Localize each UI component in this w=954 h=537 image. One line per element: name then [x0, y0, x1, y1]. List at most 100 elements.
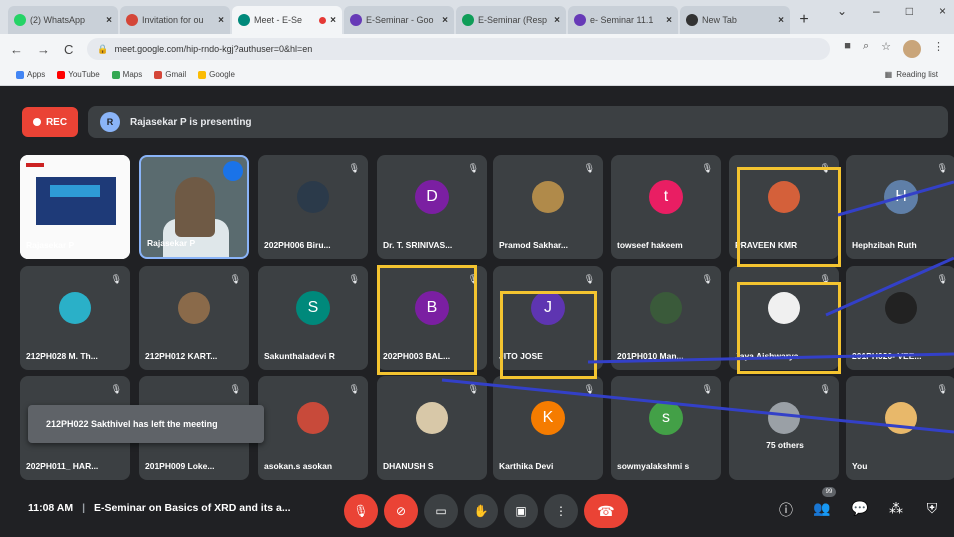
participant-tile[interactable]: 🎙 201PH010 Man... — [611, 266, 721, 370]
participant-tile[interactable]: K 🎙 Karthika Devi — [493, 376, 603, 480]
end-call-button[interactable]: ☎ — [584, 494, 628, 528]
present-button[interactable]: ▣ — [504, 494, 538, 528]
speaking-badge — [223, 161, 243, 181]
participant-avatar: t — [649, 180, 683, 214]
browser-tab-strip: (2) WhatsApp × Invitation for ou × Meet - E-… — [0, 0, 954, 34]
bookmark-maps[interactable]: Maps — [111, 70, 142, 79]
url-text: meet.google.com/hip-rndo-kgj?authuser=0&… — [114, 44, 313, 54]
browser-tab[interactable]: E-Seminar - Goo × — [344, 6, 454, 34]
close-tab-icon[interactable]: × — [106, 15, 112, 26]
participant-avatar: s — [649, 401, 683, 435]
camera-off-icon: ⊘ — [395, 504, 407, 518]
meeting-details: 11:08 AM | E-Seminar on Basics of XRD an… — [28, 502, 291, 514]
muted-mic-icon: 🎙 — [583, 163, 595, 173]
reload-icon[interactable]: C — [64, 42, 73, 57]
muted-mic-icon: 🎙 — [110, 384, 122, 394]
participant-name: Pramod Sakhar... — [499, 240, 568, 250]
tab-title: e- Seminar 11.1 — [590, 15, 654, 25]
captions-button[interactable]: ▭ — [424, 494, 458, 528]
browser-tab[interactable]: New Tab × — [680, 6, 790, 34]
participant-name: 202PH011_ HAR... — [26, 461, 99, 471]
chat-icon[interactable]: 💬 — [850, 500, 870, 517]
host-controls-icon[interactable]: ⛨ — [922, 500, 942, 517]
new-tab-button[interactable]: + — [792, 6, 816, 34]
participant-name: Rajasekar P — [147, 238, 196, 248]
participant-tile[interactable]: 🎙 212PH028 M. Th... — [20, 266, 130, 370]
chevron-down-icon[interactable]: ⌄ — [837, 4, 847, 18]
muted-mic-icon: 🎙 — [819, 384, 831, 394]
forward-icon[interactable]: → — [37, 42, 50, 57]
tab-title: E-Seminar - Goo — [366, 15, 434, 25]
participant-tile[interactable]: 🎙 212PH012 KART... — [139, 266, 249, 370]
participant-tile[interactable]: s 🎙 sowmyalakshmi s — [611, 376, 721, 480]
meeting-title: E-Seminar on Basics of XRD and its a... — [93, 502, 291, 514]
camera-off-button[interactable]: ⊘ — [384, 494, 418, 528]
lock-icon: 🔒 — [97, 43, 109, 54]
close-window-icon[interactable]: × — [939, 4, 946, 18]
participant-photo — [59, 292, 91, 324]
camera-feed — [175, 177, 215, 237]
close-tab-icon[interactable]: × — [330, 15, 336, 26]
muted-mic-icon: 🎙 — [348, 274, 360, 284]
bookmark-gmail[interactable]: Gmail — [154, 70, 186, 79]
participant-tile[interactable]: 🎙 202PH006 Biru... — [258, 155, 368, 259]
participant-tile[interactable]: H 🎙 Hephzibah Ruth — [846, 155, 954, 259]
reading-list[interactable]: ▦ Reading list — [885, 70, 938, 79]
participant-name: 212PH028 M. Th... — [26, 351, 98, 361]
star-icon[interactable]: ☆ — [881, 40, 891, 58]
participant-count-badge: 99 — [822, 487, 836, 497]
participant-name: sowmyalakshmi s — [617, 461, 690, 471]
participant-photo — [297, 181, 329, 213]
tab-title: (2) WhatsApp — [30, 15, 86, 25]
people-icon[interactable]: 👥 — [812, 500, 832, 517]
participant-photo — [885, 402, 917, 434]
browser-tab[interactable]: e- Seminar 11.1 × — [568, 6, 678, 34]
close-tab-icon[interactable]: × — [778, 15, 784, 26]
raise-hand-button[interactable]: ✋ — [464, 494, 498, 528]
maximize-icon[interactable]: □ — [906, 4, 913, 18]
url-field[interactable]: 🔒 meet.google.com/hip-rndo-kgj?authuser=… — [87, 38, 831, 60]
participant-tile[interactable]: Rajasekar P — [20, 155, 130, 259]
camera-indicator-icon[interactable]: ■ — [844, 40, 851, 58]
close-tab-icon[interactable]: × — [666, 15, 672, 26]
presenting-banner[interactable]: R Rajasekar P is presenting — [88, 106, 948, 138]
hand-icon: ✋ — [473, 504, 489, 518]
more-options-button[interactable]: ⋮ — [544, 494, 578, 528]
muted-mic-icon: 🎙 — [467, 384, 479, 394]
menu-icon[interactable]: ⋮ — [933, 40, 944, 58]
participant-tile[interactable]: 🎙 You — [846, 376, 954, 480]
close-tab-icon[interactable]: × — [554, 15, 560, 26]
browser-tab[interactable]: Invitation for ou × — [120, 6, 230, 34]
close-tab-icon[interactable]: × — [442, 15, 448, 26]
minimize-icon[interactable]: – — [873, 4, 880, 18]
participant-tile[interactable]: 🎙 asokan.s asokan — [258, 376, 368, 480]
participant-tile[interactable]: 🎙 Pramod Sakhar... — [493, 155, 603, 259]
participant-tile[interactable]: S 🎙 Sakunthaladevi R — [258, 266, 368, 370]
participant-name: towseef hakeem — [617, 240, 683, 250]
whatsapp-icon — [14, 14, 26, 26]
participant-tile[interactable]: Rajasekar P — [139, 155, 249, 259]
participant-tile[interactable]: t 🎙 towseef hakeem — [611, 155, 721, 259]
activities-icon[interactable]: ⁂ — [886, 500, 906, 517]
back-icon[interactable]: ← — [10, 42, 23, 57]
recording-dot-icon — [319, 16, 327, 24]
bookmark-youtube[interactable]: YouTube — [57, 70, 100, 79]
recording-indicator[interactable]: REC — [22, 107, 78, 137]
meeting-info-icon[interactable]: ⓘ — [776, 500, 796, 520]
browser-tab[interactable]: E-Seminar (Resp × — [456, 6, 566, 34]
participant-tile[interactable]: 🎙 75 others — [729, 376, 839, 480]
mic-off-button[interactable]: 🎙 — [344, 494, 378, 528]
participant-tile[interactable]: D 🎙 Dr. T. SRINIVAS... — [377, 155, 487, 259]
highlight-box — [377, 265, 477, 375]
muted-mic-icon: 🎙 — [583, 384, 595, 394]
participant-tile[interactable]: 🎙 DHANUSH S — [377, 376, 487, 480]
profile-avatar[interactable] — [903, 40, 921, 58]
bookmark-google[interactable]: Google — [198, 70, 235, 79]
participant-photo — [178, 292, 210, 324]
participant-tile[interactable]: 🎙 201PH020- VEE... — [846, 266, 954, 370]
browser-tab[interactable]: Meet - E-Se × — [232, 6, 342, 34]
bookmark-apps[interactable]: Apps — [16, 70, 45, 79]
zoom-icon[interactable]: ⌕ — [863, 40, 869, 58]
browser-tab[interactable]: (2) WhatsApp × — [8, 6, 118, 34]
close-tab-icon[interactable]: × — [218, 15, 224, 26]
